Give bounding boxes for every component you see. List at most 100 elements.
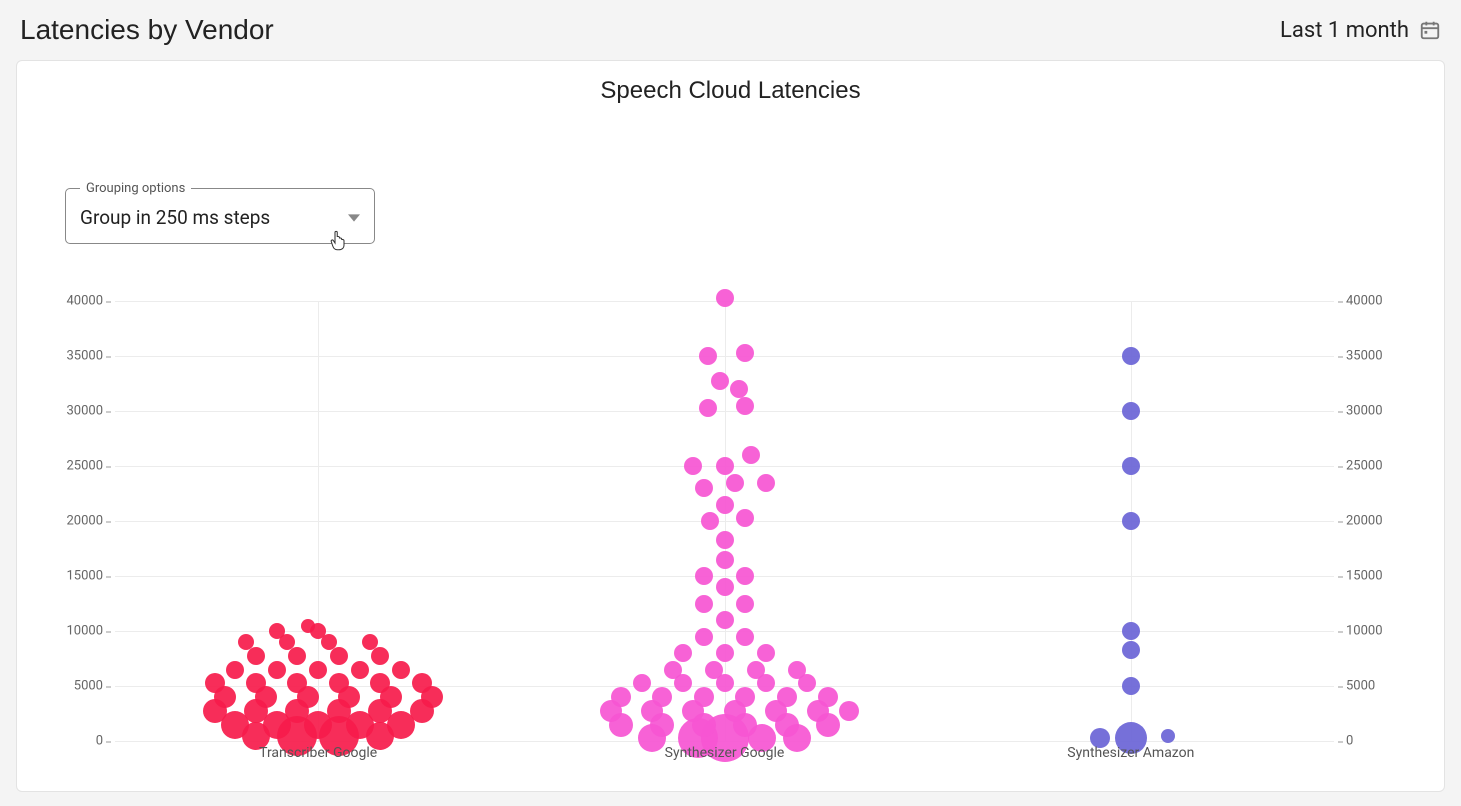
y-tick-left: 20000 (51, 514, 111, 529)
data-point[interactable] (736, 567, 754, 585)
data-point[interactable] (736, 628, 754, 646)
y-tick-left: 10000 (51, 624, 111, 639)
data-point[interactable] (777, 687, 797, 707)
page-title: Latencies by Vendor (20, 14, 274, 46)
data-point[interactable] (309, 661, 327, 679)
data-point[interactable] (1122, 512, 1140, 530)
data-point[interactable] (716, 457, 734, 475)
chevron-down-icon (348, 212, 360, 224)
data-point[interactable] (392, 661, 410, 679)
data-point[interactable] (247, 647, 265, 665)
data-point[interactable] (735, 687, 755, 707)
data-point[interactable] (695, 479, 713, 497)
data-point[interactable] (699, 347, 717, 365)
data-point[interactable] (695, 595, 713, 613)
data-point[interactable] (684, 457, 702, 475)
data-point[interactable] (695, 567, 713, 585)
data-point[interactable] (238, 634, 254, 650)
data-point[interactable] (246, 673, 266, 693)
data-point[interactable] (205, 673, 225, 693)
data-point[interactable] (1122, 677, 1140, 695)
data-point[interactable] (1161, 729, 1175, 743)
data-point[interactable] (716, 289, 734, 307)
y-tick-left: 30000 (51, 404, 111, 419)
data-point[interactable] (736, 344, 754, 362)
chart-card: Speech Cloud Latencies Grouping options … (16, 60, 1445, 792)
data-point[interactable] (736, 397, 754, 415)
data-point[interactable] (301, 619, 315, 633)
y-tick-right: 0 (1338, 734, 1398, 749)
data-point[interactable] (747, 661, 765, 679)
x-axis-label: Synthesizer Google (665, 745, 785, 761)
y-tick-left: 25000 (51, 459, 111, 474)
x-axis-label: Transcriber Google (259, 745, 377, 761)
data-point[interactable] (330, 647, 348, 665)
data-point[interactable] (705, 661, 723, 679)
y-tick-right: 40000 (1338, 294, 1398, 309)
y-tick-right: 5000 (1338, 679, 1398, 694)
data-point[interactable] (269, 623, 285, 639)
data-point[interactable] (757, 644, 775, 662)
data-point[interactable] (633, 674, 651, 692)
data-point[interactable] (716, 644, 734, 662)
plot-area: 0500010000150002000025000300003500040000… (51, 301, 1398, 759)
data-point[interactable] (736, 595, 754, 613)
data-point[interactable] (1122, 622, 1140, 640)
y-tick-left: 40000 (51, 294, 111, 309)
data-point[interactable] (788, 661, 806, 679)
calendar-icon (1419, 19, 1441, 41)
y-tick-left: 35000 (51, 349, 111, 364)
data-point[interactable] (701, 512, 719, 530)
data-point[interactable] (839, 701, 859, 721)
data-point[interactable] (716, 611, 734, 629)
data-point[interactable] (652, 687, 672, 707)
data-point[interactable] (726, 474, 744, 492)
y-tick-left: 5000 (51, 679, 111, 694)
data-point[interactable] (287, 673, 307, 693)
page-header: Latencies by Vendor Last 1 month (0, 0, 1461, 54)
grouping-options-control[interactable]: Grouping options Group in 250 ms steps (65, 181, 375, 244)
y-tick-right: 35000 (1338, 349, 1398, 364)
data-point[interactable] (736, 509, 754, 527)
data-point[interactable] (371, 647, 389, 665)
data-point[interactable] (695, 628, 713, 646)
data-point[interactable] (818, 687, 838, 707)
y-tick-right: 10000 (1338, 624, 1398, 639)
data-point[interactable] (329, 673, 349, 693)
data-point[interactable] (757, 474, 775, 492)
date-range-label: Last 1 month (1280, 18, 1409, 43)
data-point[interactable] (370, 673, 390, 693)
data-point[interactable] (674, 644, 692, 662)
grouping-select[interactable]: Group in 250 ms steps (80, 206, 360, 229)
data-point[interactable] (351, 661, 369, 679)
data-point[interactable] (1122, 457, 1140, 475)
y-axis-left: 0500010000150002000025000300003500040000 (51, 301, 111, 741)
data-point[interactable] (362, 634, 378, 650)
data-point[interactable] (742, 446, 760, 464)
data-point[interactable] (412, 673, 432, 693)
y-tick-right: 15000 (1338, 569, 1398, 584)
date-range-picker[interactable]: Last 1 month (1280, 18, 1441, 43)
data-point[interactable] (288, 647, 306, 665)
y-axis-right: 0500010000150002000025000300003500040000 (1338, 301, 1398, 741)
chart-bubbles (115, 301, 1334, 741)
data-point[interactable] (226, 661, 244, 679)
data-point[interactable] (664, 661, 682, 679)
data-point[interactable] (699, 399, 717, 417)
data-point[interactable] (1122, 641, 1140, 659)
data-point[interactable] (716, 496, 734, 514)
data-point[interactable] (1122, 347, 1140, 365)
data-point[interactable] (611, 687, 631, 707)
y-tick-right: 20000 (1338, 514, 1398, 529)
data-point[interactable] (730, 380, 748, 398)
data-point[interactable] (1122, 402, 1140, 420)
data-point[interactable] (716, 578, 734, 596)
chart-title: Speech Cloud Latencies (37, 77, 1424, 105)
data-point[interactable] (268, 661, 286, 679)
grouping-legend: Grouping options (80, 181, 191, 196)
data-point[interactable] (716, 531, 734, 549)
data-point[interactable] (711, 372, 729, 390)
x-axis-labels: Transcriber GoogleSynthesizer GoogleSynt… (115, 745, 1334, 763)
data-point[interactable] (694, 687, 714, 707)
data-point[interactable] (716, 551, 734, 569)
